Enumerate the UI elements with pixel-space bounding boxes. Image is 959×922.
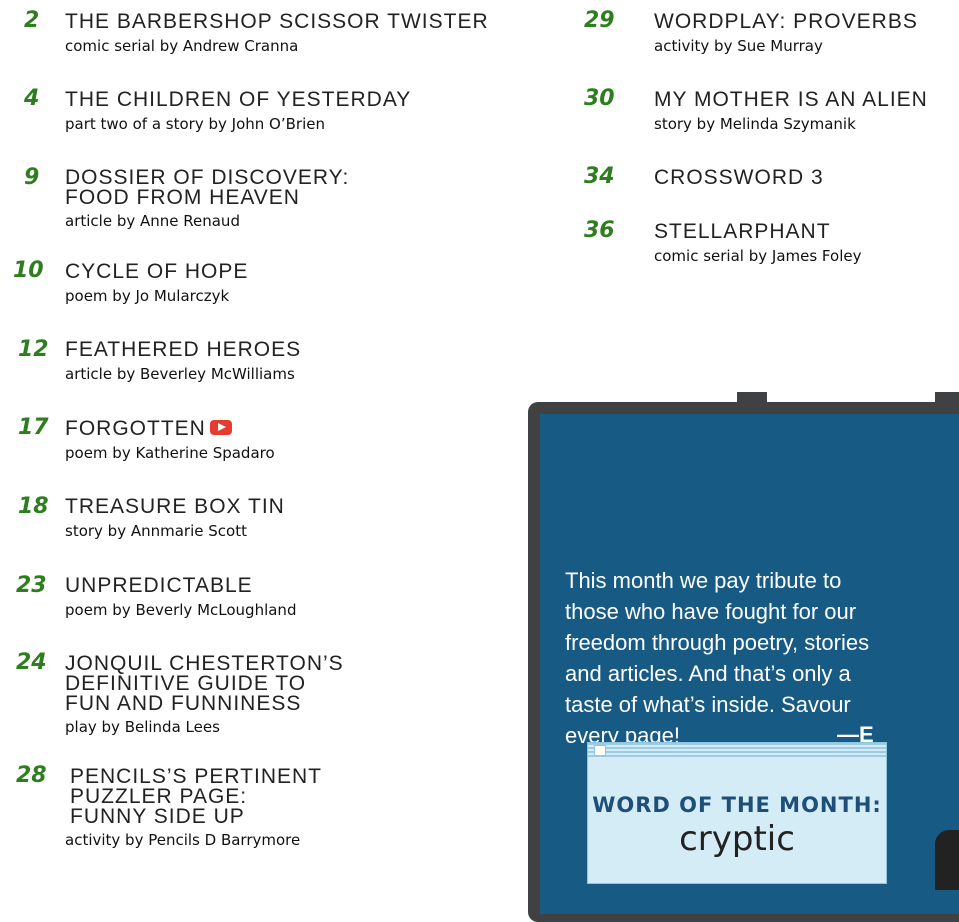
entry-byline: poem by Jo Mularczyk xyxy=(65,287,230,305)
word-of-month-heading: WORD OF THE MONTH: xyxy=(592,793,882,817)
page-number: 36 xyxy=(584,218,615,243)
entry-byline: comic serial by James Foley xyxy=(654,247,862,265)
page-number: 23 xyxy=(16,573,47,598)
page-number: 18 xyxy=(18,494,49,519)
entry-title: PENCILS’S PERTINENT PUZZLER PAGE: FUNNY SI… xyxy=(70,765,322,828)
entry-byline: article by Anne Renaud xyxy=(65,212,240,230)
page-number: 9 xyxy=(24,165,40,190)
page-number: 24 xyxy=(16,650,47,675)
page-number: 2 xyxy=(24,8,40,33)
character-silhouette xyxy=(935,830,959,890)
youtube-play-icon[interactable] xyxy=(209,419,232,435)
page-number: 10 xyxy=(13,258,44,283)
editorial-note: This month we pay tribute to those who h… xyxy=(565,568,874,748)
entry-title: CROSSWORD 3 xyxy=(654,166,824,189)
entry-title: TREASURE BOX TIN xyxy=(65,495,285,518)
entry-byline: activity by Pencils D Barrymore xyxy=(65,831,301,849)
entry-title: THE CHILDREN OF YESTERDAY xyxy=(65,88,412,111)
entry-byline: poem by Beverly McLoughland xyxy=(65,601,297,619)
entry-title: THE BARBERSHOP SCISSOR TWISTER xyxy=(65,10,489,33)
entry-title: WORDPLAY: PROVERBS xyxy=(654,10,918,33)
entry-byline: story by Annmarie Scott xyxy=(65,522,247,540)
entry-byline: activity by Sue Murray xyxy=(654,37,823,55)
entry-title: CYCLE OF HOPE xyxy=(65,260,249,283)
entry-title: FORGOTTEN xyxy=(65,418,232,439)
page-number: 34 xyxy=(584,164,615,189)
entry-byline: story by Melinda Szymanik xyxy=(654,115,856,133)
page-number: 17 xyxy=(18,415,49,440)
page-number: 29 xyxy=(584,8,615,33)
entry-byline: play by Belinda Lees xyxy=(65,718,220,736)
page-number: 28 xyxy=(16,763,47,788)
screen-knob xyxy=(737,392,767,406)
entry-byline: comic serial by Andrew Cranna xyxy=(65,37,299,55)
entry-title: JONQUIL CHESTERTON’S DEFINITIVE GUIDE TO F… xyxy=(65,652,344,715)
entry-byline: part two of a story by John O’Brien xyxy=(65,115,325,133)
page-number: 4 xyxy=(24,86,40,111)
window-title-bar xyxy=(588,743,886,757)
entry-title: UNPREDICTABLE xyxy=(65,574,253,597)
entry-title: MY MOTHER IS AN ALIEN xyxy=(654,88,928,111)
page-number: 30 xyxy=(584,86,615,111)
word-of-month-word: cryptic xyxy=(679,819,795,859)
entry-byline: poem by Katherine Spadaro xyxy=(65,444,275,462)
entry-title: STELLARPHANT xyxy=(654,220,831,243)
word-of-the-month-box: WORD OF THE MONTH: cryptic xyxy=(587,742,887,884)
page-number: 12 xyxy=(18,337,49,362)
entry-byline: article by Beverley McWilliams xyxy=(65,365,295,383)
screen-knob xyxy=(935,392,959,406)
entry-title: FEATHERED HEROES xyxy=(65,338,302,361)
entry-title: DOSSIER OF DISCOVERY: FOOD FROM HEAVEN xyxy=(65,166,350,209)
